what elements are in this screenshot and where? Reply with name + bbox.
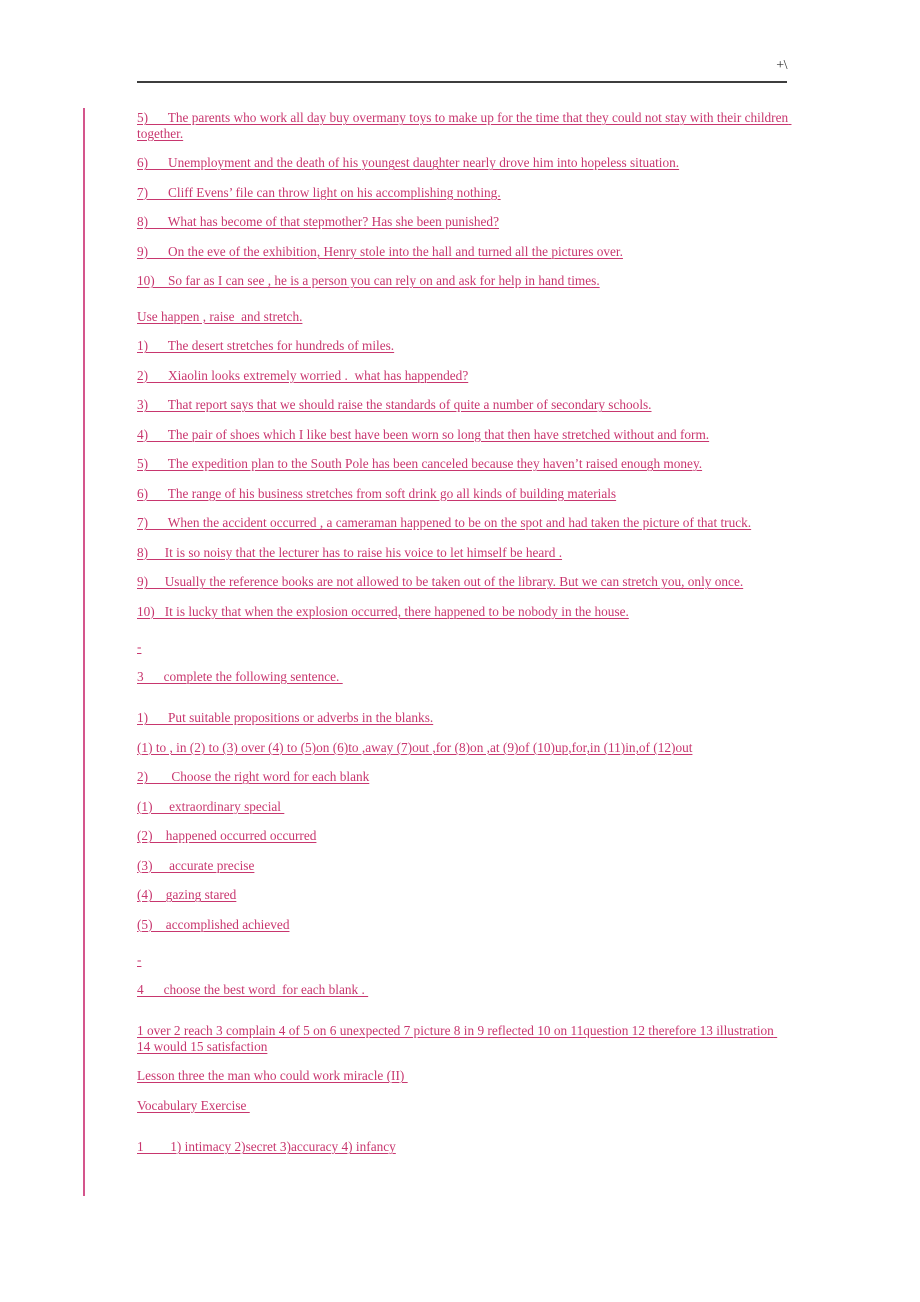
word-choice-line: (1) extraordinary special: [137, 798, 285, 814]
document-page: +\ 5) The parents who work all day buy o…: [0, 0, 920, 1302]
word-choice-line: (3) accurate precise: [137, 857, 255, 873]
answer-line: 9) Usually the reference books are not a…: [137, 574, 744, 589]
answer-line: 10) It is lucky that when the explosion …: [137, 603, 629, 619]
section4-answers: 1 over 2 reach 3 complain 4 of 5 on 6 un…: [137, 1023, 778, 1054]
section-heading-3: 3 complete the following sentence.: [137, 668, 343, 684]
answer-line: 8) It is so noisy that the lecturer has …: [137, 544, 563, 560]
answer-line: 10) So far as I can see , he is a person…: [137, 273, 600, 288]
lesson-heading: Lesson three the man who could work mira…: [137, 1068, 408, 1083]
word-choice-line: (5) accomplished achieved: [137, 916, 290, 932]
section3-subheading-1: 1) Put suitable propositions or adverbs …: [137, 710, 434, 725]
answer-line: 4) The pair of shoes which I like best h…: [137, 426, 710, 442]
revision-change-bar: [83, 108, 85, 1196]
answer-line: 8) What has become of that stepmother? H…: [137, 214, 499, 229]
section-heading-4: 4 choose the best word for each blank .: [137, 981, 369, 997]
section3-subheading-2: 2) Choose the right word for each blank: [137, 769, 370, 784]
word-choice-line: (2) happened occurred occurred: [137, 828, 317, 843]
document-body: 5) The parents who work all day buy over…: [137, 110, 789, 1169]
header-mark-text: +\: [776, 58, 787, 73]
answer-line: 7) When the accident occurred , a camera…: [137, 515, 752, 530]
answer-line: 9) On the eve of the exhibition, Henry s…: [137, 243, 623, 259]
spacer-dash: -: [137, 639, 142, 654]
answer-line: 7) Cliff Evens’ file can throw light on …: [137, 184, 501, 200]
answer-line: 1) The desert stretches for hundreds of …: [137, 338, 395, 353]
answer-line: 3) That report says that we should raise…: [137, 397, 652, 412]
section3-preposition-answers: (1) to , in (2) to (3) over (4) to (5)on…: [137, 739, 693, 755]
word-choice-line: (4) gazing stared: [137, 887, 237, 902]
section-heading-use-words: Use happen , raise and stretch.: [137, 308, 303, 324]
answer-line: 6) The range of his business stretches f…: [137, 485, 617, 501]
spacer-dash: -: [137, 952, 142, 967]
answer-line: 2) Xiaolin looks extremely worried . wha…: [137, 367, 469, 383]
answer-line: 6) Unemployment and the death of his you…: [137, 155, 680, 170]
header-horizontal-rule: [137, 81, 787, 83]
vocabulary-answers: 1 1) intimacy 2)secret 3)accuracy 4) inf…: [137, 1139, 396, 1154]
answer-line: 5) The parents who work all day buy over…: [137, 110, 792, 141]
page-header: +\: [137, 58, 787, 88]
answer-line: 5) The expedition plan to the South Pole…: [137, 456, 703, 471]
vocabulary-heading: Vocabulary Exercise: [137, 1097, 250, 1113]
